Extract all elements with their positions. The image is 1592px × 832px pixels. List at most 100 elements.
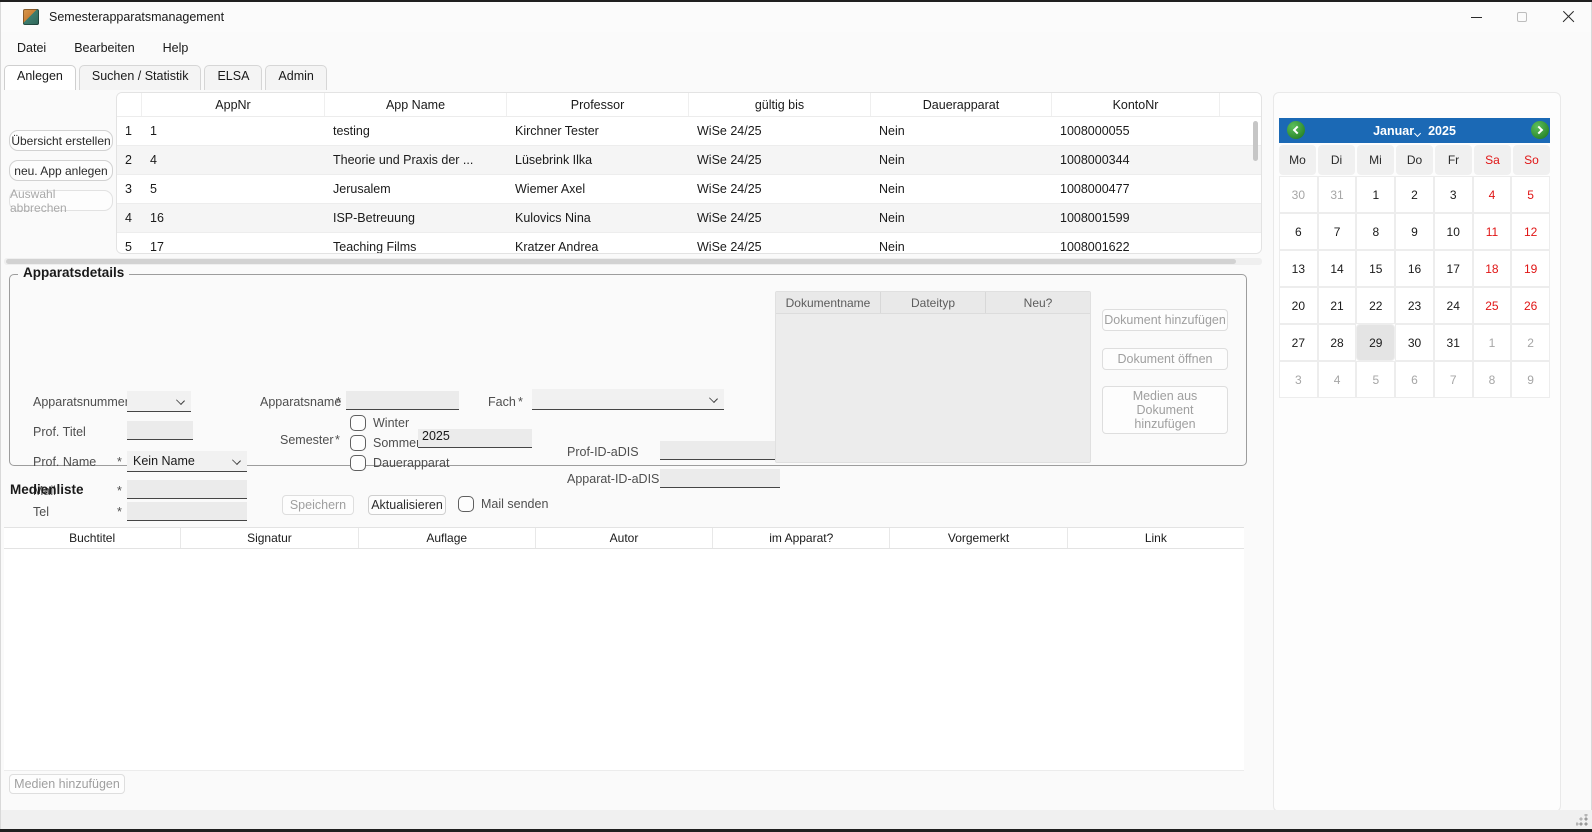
winter-checkbox[interactable] (350, 415, 366, 431)
apparat-table-hscrollbar[interactable] (4, 258, 1262, 265)
sommer-checkbox[interactable] (350, 435, 366, 451)
calendar-day[interactable]: 3 (1279, 361, 1318, 398)
calendar-day[interactable]: 27 (1279, 324, 1318, 361)
calendar-day[interactable]: 9 (1511, 361, 1550, 398)
uebersicht-erstellen-button[interactable]: Übersicht erstellen (9, 130, 113, 151)
calendar-month[interactable]: Januar (1373, 124, 1414, 138)
calendar-day[interactable]: 6 (1395, 361, 1434, 398)
calendar-day[interactable]: 9 (1395, 213, 1434, 250)
calendar-day[interactable]: 31 (1318, 176, 1357, 213)
menu-datei[interactable]: Datei (16, 37, 56, 59)
calendar-day[interactable]: 11 (1473, 213, 1512, 250)
calendar-day[interactable]: 10 (1434, 213, 1473, 250)
calendar-day[interactable]: 6 (1279, 213, 1318, 250)
apparatsdetails-title: Apparatsdetails (18, 265, 129, 280)
calendar-day[interactable]: 2 (1395, 176, 1434, 213)
calendar-next-month-button[interactable] (1531, 121, 1549, 139)
medien-hinzufuegen-button[interactable]: Medien hinzufügen (9, 774, 125, 794)
calendar-day[interactable]: 26 (1511, 287, 1550, 324)
semester-required: * (335, 433, 340, 447)
table-cell: Kirchner Tester (507, 117, 689, 145)
tel-input[interactable] (127, 502, 247, 521)
sommer-label: Sommer (373, 436, 420, 450)
mail-senden-checkbox[interactable] (458, 496, 474, 512)
close-button[interactable] (1545, 2, 1591, 32)
close-icon (1562, 11, 1575, 24)
calendar-day[interactable]: 13 (1279, 250, 1318, 287)
calendar-day[interactable]: 8 (1473, 361, 1512, 398)
calendar-day[interactable]: 20 (1279, 287, 1318, 324)
mail-input[interactable] (127, 480, 247, 499)
table-cell: Kulovics Nina (507, 204, 689, 232)
calendar-day[interactable]: 31 (1434, 324, 1473, 361)
prof-titel-input[interactable] (127, 421, 193, 440)
tab-anlegen[interactable]: Anlegen (4, 65, 76, 90)
table-row[interactable]: 11testingKirchner TesterWiSe 24/25Nein10… (117, 117, 1261, 146)
apparatsnummer-dropdown[interactable] (127, 391, 191, 412)
calendar-dayname: Do (1396, 145, 1433, 175)
calendar-day[interactable]: 4 (1318, 361, 1357, 398)
calendar-day[interactable]: 8 (1356, 213, 1395, 250)
calendar-day[interactable]: 25 (1473, 287, 1512, 324)
table-row[interactable]: 24Theorie und Praxis der ...Lüsebrink Il… (117, 146, 1261, 175)
table-row[interactable]: 416ISP-BetreuungKulovics NinaWiSe 24/25N… (117, 204, 1261, 233)
medienliste-header: BuchtitelSignaturAuflageAutorim Apparat?… (4, 527, 1244, 549)
calendar-day[interactable]: 1 (1473, 324, 1512, 361)
calendar-day[interactable]: 23 (1395, 287, 1434, 324)
table-cell: 1008001599 (1052, 204, 1220, 232)
calendar-day[interactable]: 22 (1356, 287, 1395, 324)
apparat-table-scrollbar[interactable] (1253, 121, 1258, 161)
dokument-hinzufuegen-button[interactable]: Dokument hinzufügen (1102, 309, 1228, 331)
calendar-day[interactable]: 18 (1473, 250, 1512, 287)
tab-elsa[interactable]: ELSA (204, 65, 262, 90)
menu-help[interactable]: Help (153, 37, 199, 59)
neue-app-anlegen-button[interactable]: neu. App anlegen (9, 160, 113, 181)
calendar-prev-month-button[interactable] (1287, 121, 1305, 139)
calendar-day[interactable]: 7 (1318, 213, 1357, 250)
calendar-day[interactable]: 28 (1318, 324, 1357, 361)
menu-bearbeiten[interactable]: Bearbeiten (64, 37, 144, 59)
calendar-day[interactable]: 30 (1279, 176, 1318, 213)
maximize-button[interactable] (1499, 2, 1545, 32)
speichern-button[interactable]: Speichern (282, 495, 354, 515)
calendar-day[interactable]: 17 (1434, 250, 1473, 287)
calendar-day[interactable]: 1 (1356, 176, 1395, 213)
calendar-day[interactable]: 3 (1434, 176, 1473, 213)
calendar-day[interactable]: 19 (1511, 250, 1550, 287)
semester-jahr-input[interactable]: 2025 (418, 429, 532, 448)
apparat-table: AppNrApp NameProfessorgültig bisDauerapp… (116, 92, 1262, 254)
apparatsname-input[interactable] (346, 391, 459, 410)
apparat-id-adis-input[interactable] (660, 469, 780, 488)
calendar-day[interactable]: 2 (1511, 324, 1550, 361)
table-row[interactable]: 517Teaching FilmsKratzer AndreaWiSe 24/2… (117, 233, 1261, 254)
medien-aus-dokument-button[interactable]: Medien aus Dokument hinzufügen (1102, 386, 1228, 434)
table-row[interactable]: 35JerusalemWiemer AxelWiSe 24/25Nein1008… (117, 175, 1261, 204)
calendar-day-selected[interactable]: 29 (1356, 324, 1395, 361)
calendar-day[interactable]: 4 (1473, 176, 1512, 213)
calendar-day[interactable]: 24 (1434, 287, 1473, 324)
calendar-day[interactable]: 5 (1356, 361, 1395, 398)
calendar-day[interactable]: 30 (1395, 324, 1434, 361)
calendar-day[interactable]: 7 (1434, 361, 1473, 398)
calendar-day[interactable]: 16 (1395, 250, 1434, 287)
minimize-button[interactable] (1453, 2, 1499, 32)
calendar-day[interactable]: 5 (1511, 176, 1550, 213)
column-header: AppNr (142, 93, 325, 116)
table-cell: Nein (871, 204, 1052, 232)
tab-suchen-statistik[interactable]: Suchen / Statistik (79, 65, 202, 90)
calendar-day[interactable]: 14 (1318, 250, 1357, 287)
aktualisieren-button[interactable]: Aktualisieren (368, 495, 446, 515)
fach-dropdown[interactable] (532, 389, 724, 410)
calendar-day[interactable]: 12 (1511, 213, 1550, 250)
month-dropdown-caret-icon (1414, 130, 1421, 137)
prof-id-adis-input[interactable] (660, 441, 780, 460)
calendar-day[interactable]: 15 (1356, 250, 1395, 287)
resize-grip-icon[interactable] (1576, 814, 1588, 826)
dokument-oeffnen-button[interactable]: Dokument öffnen (1102, 348, 1228, 370)
prof-name-dropdown[interactable]: Kein Name (127, 451, 247, 472)
tab-admin[interactable]: Admin (265, 65, 326, 90)
dauerapparat-checkbox[interactable] (350, 455, 366, 471)
calendar-day[interactable]: 21 (1318, 287, 1357, 324)
calendar-year[interactable]: 2025 (1428, 124, 1456, 138)
auswahl-abbrechen-button[interactable]: Auswahl abbrechen (9, 190, 113, 211)
